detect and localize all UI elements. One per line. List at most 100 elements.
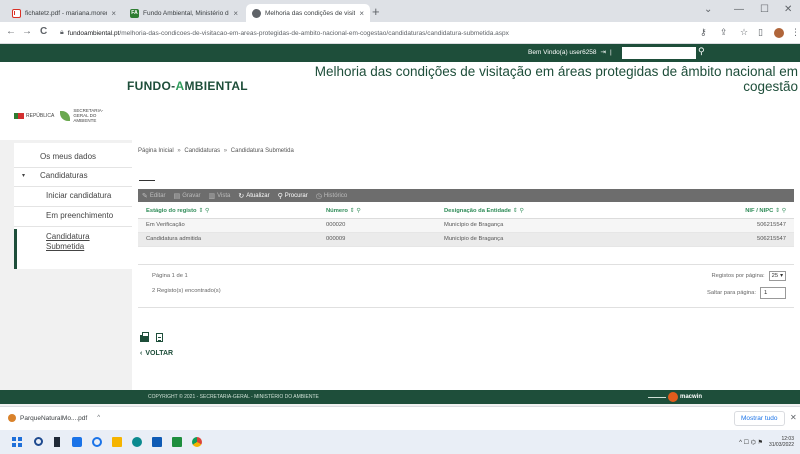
table-row[interactable]: Em Verificação 000020 Município de Braga… bbox=[138, 218, 794, 233]
browser-tab-active[interactable]: Melhoria das condições de visita × bbox=[246, 4, 370, 22]
menu-kebab-icon[interactable]: ⋮ bbox=[791, 27, 800, 38]
refresh-label: Atualizar bbox=[246, 192, 270, 199]
edit-button[interactable]: ✎ Editar bbox=[142, 192, 166, 200]
tab-search-icon[interactable]: ⌄ bbox=[704, 4, 712, 15]
new-tab-button[interactable]: + bbox=[372, 4, 380, 19]
sidebar-item-candidatura-submetida[interactable]: Candidatura Submetida bbox=[46, 232, 110, 252]
sidebar-item-os-meus-dados[interactable]: Os meus dados bbox=[40, 152, 96, 162]
star-icon[interactable]: ☆ bbox=[740, 27, 748, 38]
windows-start-icon[interactable] bbox=[12, 437, 22, 447]
pdf-export-icon[interactable] bbox=[156, 333, 163, 342]
search-icon[interactable] bbox=[34, 437, 43, 446]
chevron-down-icon[interactable]: ▾ bbox=[22, 171, 25, 181]
sort-icon[interactable]: ⇕ ⚲ bbox=[513, 208, 524, 214]
url-host: fundoambiental.pt bbox=[67, 29, 120, 37]
divider bbox=[14, 206, 145, 207]
macwin-logo[interactable]: macwin bbox=[648, 392, 702, 402]
save-button[interactable]: ▤ Gravar bbox=[174, 192, 201, 200]
breadcrumb-candidaturas[interactable]: Candidaturas bbox=[184, 148, 220, 154]
site-search-input[interactable] bbox=[622, 47, 696, 59]
title-underline bbox=[139, 180, 155, 181]
clock[interactable]: 12:03 31/03/2022 bbox=[769, 436, 794, 448]
column-header-nif[interactable]: NIF / NIPC ⇕ ⚲ bbox=[636, 204, 794, 219]
globe-icon bbox=[252, 8, 261, 18]
mail-icon[interactable] bbox=[152, 437, 162, 447]
search-icon[interactable]: ⚲ bbox=[698, 46, 705, 57]
sort-icon[interactable]: ⇕ ⚲ bbox=[775, 208, 786, 214]
column-header-estagio[interactable]: Estágio do registo ⇕ ⚲ bbox=[138, 204, 318, 219]
table-header-row: Estágio do registo ⇕ ⚲ Número ⇕ ⚲ Designaç… bbox=[138, 204, 794, 219]
file-explorer-icon[interactable] bbox=[112, 437, 122, 447]
store-icon[interactable] bbox=[172, 437, 182, 447]
key-icon[interactable]: ⚷ bbox=[700, 27, 707, 38]
minimize-icon[interactable]: — bbox=[734, 4, 744, 15]
system-tray: ^ ☐ ⌬ ⚑ 12:03 31/03/2022 bbox=[739, 436, 794, 448]
column-header-numero[interactable]: Número ⇕ ⚲ bbox=[318, 204, 436, 219]
close-tab-icon[interactable]: × bbox=[233, 9, 238, 18]
cell-nif: 506215547 bbox=[636, 232, 794, 247]
print-icon[interactable] bbox=[140, 332, 149, 342]
cell-numero: 000020 bbox=[318, 218, 436, 233]
breadcrumb-home[interactable]: Página Inicial bbox=[138, 148, 174, 154]
url-path: /melhoria-das-condicoes-de-visitacao-em-… bbox=[119, 29, 509, 37]
sidebar-item-candidaturas[interactable]: Candidaturas bbox=[40, 171, 88, 181]
download-item[interactable]: ParqueNaturalMo....pdf ^ bbox=[8, 414, 100, 422]
breadcrumb: Página Inicial » Candidaturas » Candidat… bbox=[138, 148, 294, 154]
sort-icon[interactable]: ⇕ ⚲ bbox=[199, 208, 210, 214]
url-input[interactable]: 🔒︎ fundoambiental.pt/melhoria-das-condic… bbox=[60, 25, 690, 41]
history-button[interactable]: ◷ Histórico bbox=[316, 192, 347, 200]
share-icon[interactable]: ⇪ bbox=[720, 27, 728, 38]
header-label: Número bbox=[326, 207, 348, 214]
search-button[interactable]: ⚲ Procurar bbox=[278, 192, 308, 200]
lock-icon: 🔒︎ bbox=[60, 29, 64, 36]
forward-button[interactable]: → bbox=[22, 26, 32, 37]
header-label: Estágio do registo bbox=[146, 207, 197, 214]
show-all-downloads-button[interactable]: Mostrar tudo bbox=[734, 411, 785, 426]
chrome-icon[interactable] bbox=[192, 437, 202, 447]
close-tab-icon[interactable]: × bbox=[111, 9, 116, 18]
partner-logos: REPÚBLICA SECRETARIA-GERAL DO AMBIENTE bbox=[14, 108, 114, 123]
republica-logo[interactable]: REPÚBLICA bbox=[14, 112, 54, 119]
close-icon[interactable]: ✕ bbox=[790, 413, 797, 422]
logo-suffix: MBIENTAL bbox=[184, 79, 248, 93]
edge-icon[interactable] bbox=[132, 437, 142, 447]
sidebar-item-iniciar-candidatura[interactable]: Iniciar candidatura bbox=[46, 191, 111, 201]
view-button[interactable]: ▥ Vista bbox=[209, 192, 231, 200]
column-header-designacao[interactable]: Designação da Entidade ⇕ ⚲ bbox=[436, 204, 636, 219]
per-page-select[interactable]: 25 ▾ bbox=[768, 271, 786, 281]
close-tab-icon[interactable]: × bbox=[359, 9, 364, 18]
sort-icon[interactable]: ⇕ ⚲ bbox=[350, 208, 361, 214]
tab-panel-icon[interactable]: ▯ bbox=[758, 27, 763, 38]
copyright-text: COPYRIGHT © 2021 - SECRETARIA-GERAL - MI… bbox=[148, 394, 319, 400]
back-link[interactable]: ‹ VOLTAR bbox=[140, 350, 173, 357]
download-filename: ParqueNaturalMo....pdf bbox=[20, 414, 88, 422]
browser-tab-fundo-ambiental[interactable]: FA Fundo Ambiental, Ministério do × bbox=[124, 4, 244, 22]
downloads-bar: ParqueNaturalMo....pdf ^ Mostrar tudo ✕ bbox=[0, 406, 800, 430]
table-row[interactable]: Candidatura admitida 000009 Município de… bbox=[138, 232, 794, 247]
leaf-icon bbox=[60, 110, 71, 121]
back-button[interactable]: ← bbox=[6, 26, 16, 37]
sidebar-item-em-preenchimento[interactable]: Em preenchimento bbox=[46, 211, 113, 221]
fundo-ambiental-logo[interactable]: FUNDO-AMBIENTAL bbox=[127, 79, 248, 93]
chevron-up-icon[interactable]: ^ bbox=[97, 415, 100, 421]
chat-icon[interactable] bbox=[92, 437, 102, 447]
goto-page-input[interactable] bbox=[760, 287, 786, 299]
main-content: Página Inicial » Candidaturas » Candidat… bbox=[132, 140, 800, 390]
logout-icon[interactable]: ⇥ bbox=[601, 48, 606, 56]
maximize-icon[interactable]: ☐ bbox=[760, 4, 769, 15]
welcome-message: Bem Vindo(a) user6258 ⇥ | bbox=[528, 48, 612, 57]
widgets-icon[interactable] bbox=[72, 437, 82, 447]
page-title: Melhoria das condições de visitação em á… bbox=[314, 64, 798, 94]
profile-avatar[interactable] bbox=[774, 28, 784, 38]
search-label: Procurar bbox=[284, 192, 308, 199]
goto-page-label: Saltar para página: bbox=[707, 290, 756, 296]
tray-icons[interactable]: ^ ☐ ⌬ ⚑ bbox=[739, 439, 763, 446]
browser-tab-gmail[interactable]: fichatetz.pdf - mariana.moreno@ × bbox=[6, 4, 122, 22]
site-header: REPÚBLICA SECRETARIA-GERAL DO AMBIENTE F… bbox=[0, 62, 800, 140]
close-window-icon[interactable]: ✕ bbox=[784, 4, 792, 15]
secretaria-geral-logo[interactable]: SECRETARIA-GERAL DO AMBIENTE bbox=[60, 108, 114, 123]
reload-button[interactable]: C bbox=[40, 26, 47, 37]
task-view-icon[interactable] bbox=[54, 437, 60, 447]
header-label: Designação da Entidade bbox=[444, 207, 512, 214]
refresh-button[interactable]: ↻ Atualizar bbox=[238, 192, 269, 200]
